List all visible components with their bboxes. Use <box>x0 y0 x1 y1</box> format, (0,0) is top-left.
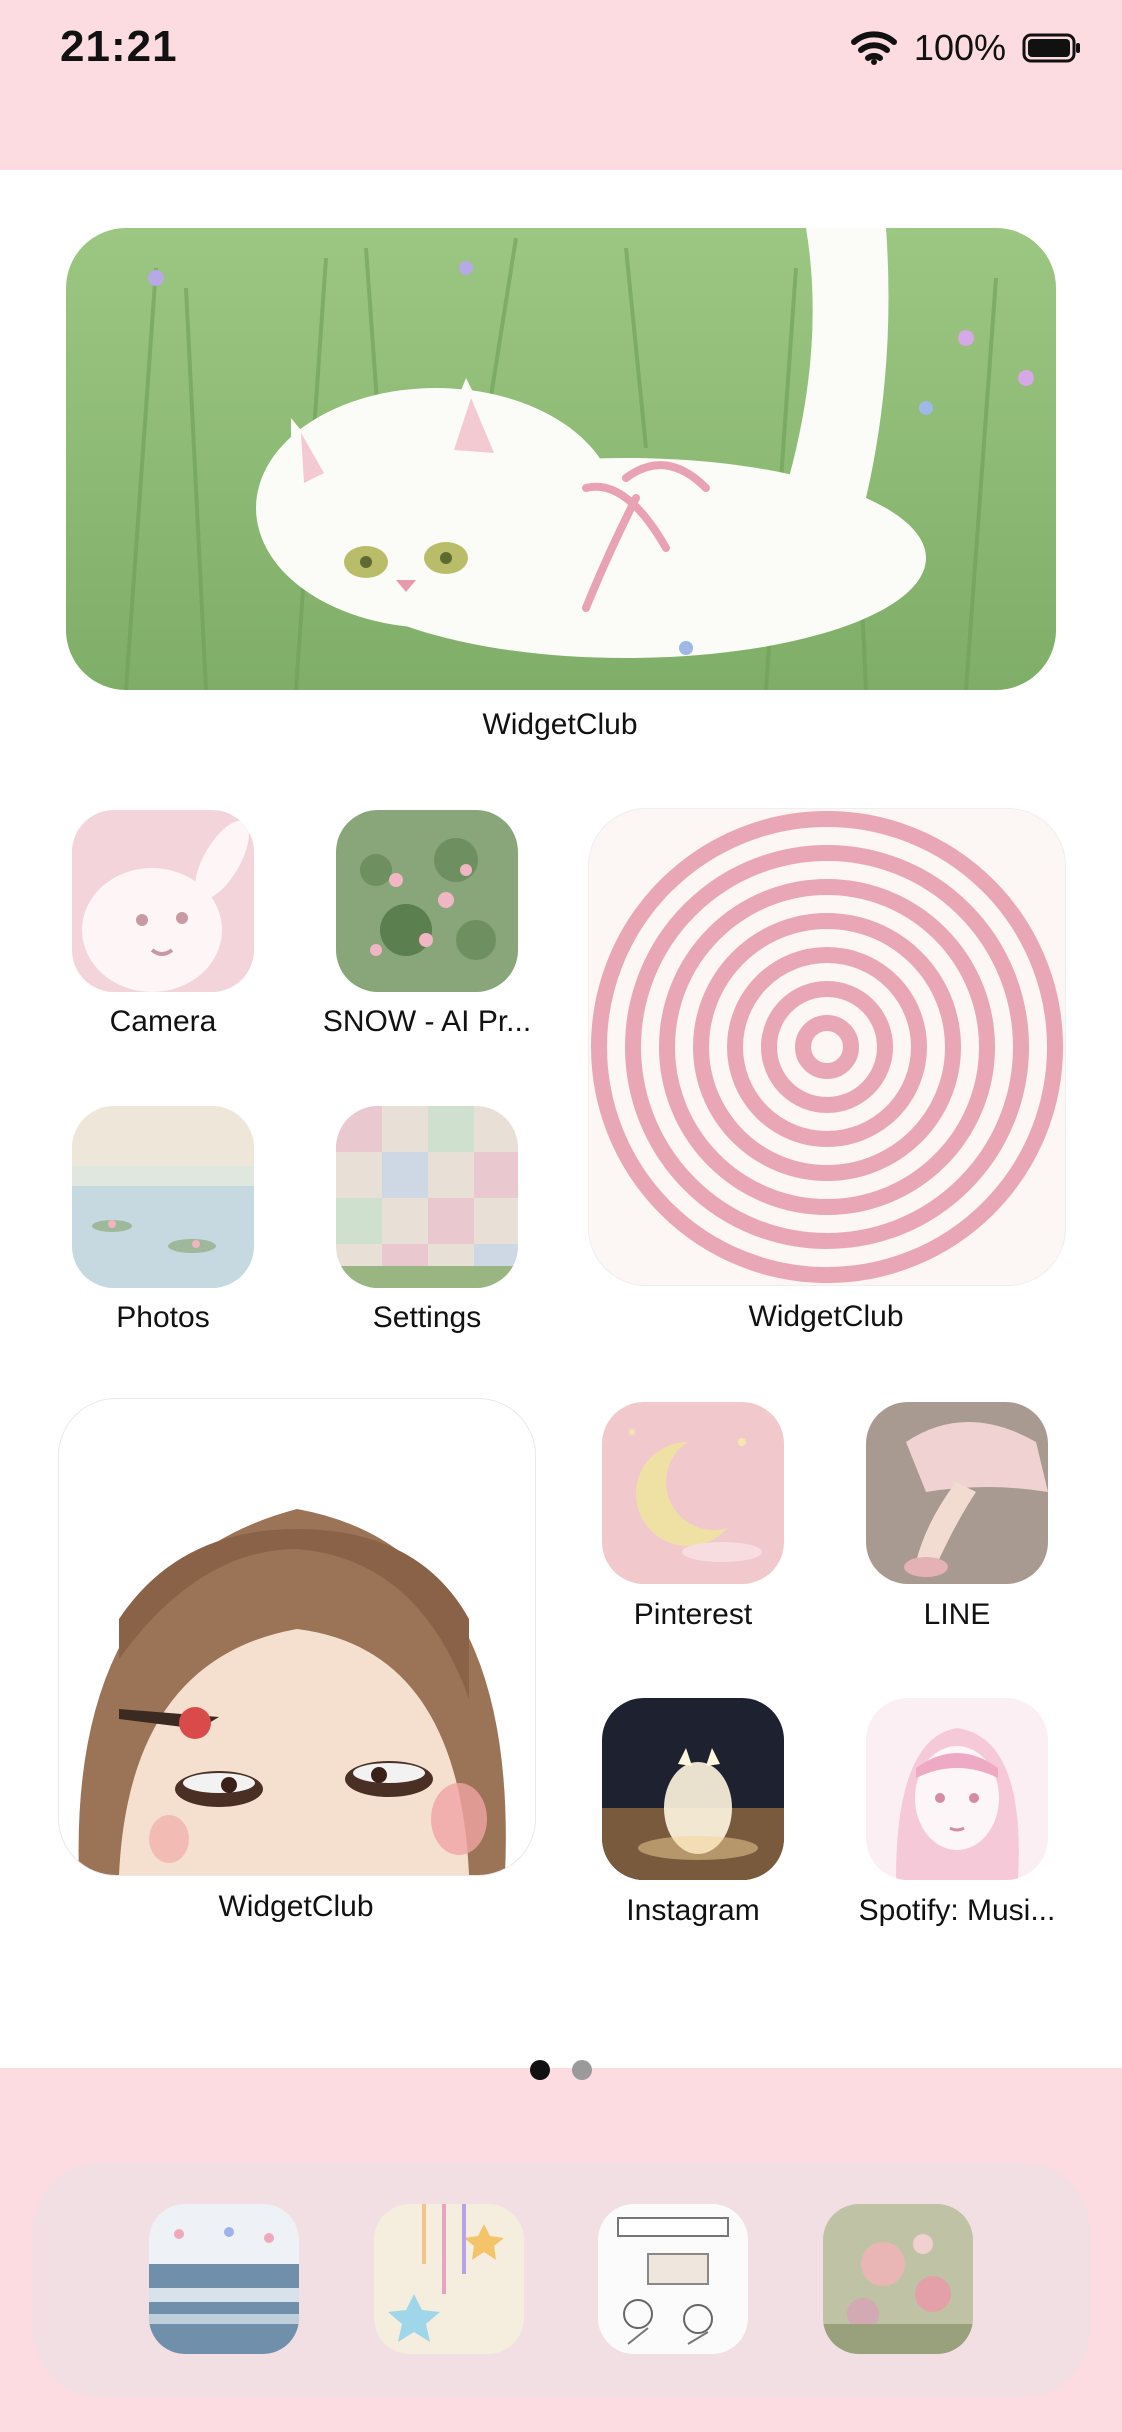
checkered-pastel-icon <box>336 1106 518 1288</box>
girl-illustration <box>59 1399 535 1875</box>
snow-app-label: SNOW - AI Pr... <box>322 1005 532 1038</box>
bunny-icon <box>72 810 254 992</box>
floral-app-icon[interactable] <box>823 2204 973 2354</box>
settings-app-label: Settings <box>372 1301 482 1334</box>
line-app-label: LINE <box>923 1598 991 1631</box>
ocean-app-icon[interactable] <box>149 2204 299 2354</box>
spotify-app-icon[interactable] <box>866 1698 1048 1880</box>
rose-garden-icon <box>336 810 518 992</box>
status-bar: 21:21 100% <box>0 0 1122 100</box>
girl-widget-label: WidgetClub <box>218 1890 374 1923</box>
status-right: 100% <box>850 22 1082 74</box>
camera-app-icon[interactable] <box>72 810 254 992</box>
pink-sketch-girl-icon <box>866 1698 1048 1880</box>
page-dot-active[interactable] <box>530 2060 550 2080</box>
cat-in-grass-image <box>66 228 1056 690</box>
cat-widget[interactable] <box>66 228 1056 690</box>
rainbow-stars-app-icon[interactable] <box>374 2204 524 2354</box>
spiral-widget-label: WidgetClub <box>748 1300 904 1333</box>
cat-widget-label: WidgetClub <box>482 708 638 741</box>
photos-app-label: Photos <box>116 1301 210 1334</box>
status-time: 21:21 <box>60 22 178 71</box>
pink-spiral-image <box>589 809 1065 1285</box>
snow-app-icon[interactable] <box>336 810 518 992</box>
girl-widget[interactable] <box>58 1398 536 1876</box>
wifi-icon <box>850 31 897 65</box>
settings-app-icon[interactable] <box>336 1106 518 1288</box>
glowing-cat-icon <box>602 1698 784 1880</box>
ballerina-icon <box>866 1402 1048 1584</box>
water-lilies-icon <box>72 1106 254 1288</box>
battery-icon <box>1022 33 1080 63</box>
crescent-moon-icon <box>602 1402 784 1584</box>
instagram-app-label: Instagram <box>626 1894 760 1927</box>
spotify-app-label: Spotify: Musi... <box>858 1894 1056 1927</box>
instagram-app-icon[interactable] <box>602 1698 784 1880</box>
spiral-widget[interactable] <box>588 808 1066 1286</box>
page-dot-inactive[interactable] <box>572 2060 592 2080</box>
pinterest-app-label: Pinterest <box>633 1598 753 1631</box>
photos-app-icon[interactable] <box>72 1106 254 1288</box>
camera-app-label: Camera <box>109 1005 217 1038</box>
pinterest-app-icon[interactable] <box>602 1402 784 1584</box>
line-app-icon[interactable] <box>866 1402 1048 1584</box>
battery-percentage: 100% <box>913 27 1006 68</box>
synchronicity-app-icon[interactable] <box>598 2204 748 2354</box>
